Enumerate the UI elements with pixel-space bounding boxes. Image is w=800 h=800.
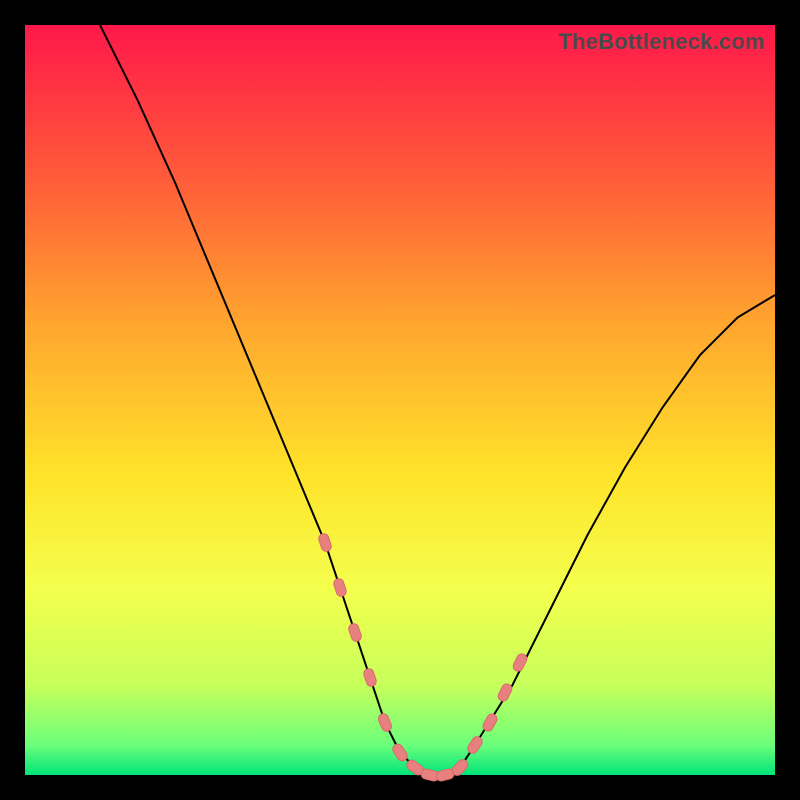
bottleneck-curve [100,25,775,775]
highlight-marker [496,682,513,703]
highlight-marker [332,577,347,597]
marker-group [317,532,528,782]
chart-frame: TheBottleneck.com [0,0,800,800]
highlight-marker [466,735,484,756]
highlight-marker [377,712,393,732]
curve-layer [25,25,775,775]
highlight-marker [317,532,332,552]
highlight-marker [511,652,528,673]
highlight-marker [362,667,377,687]
highlight-marker [347,622,362,642]
plot-area: TheBottleneck.com [25,25,775,775]
